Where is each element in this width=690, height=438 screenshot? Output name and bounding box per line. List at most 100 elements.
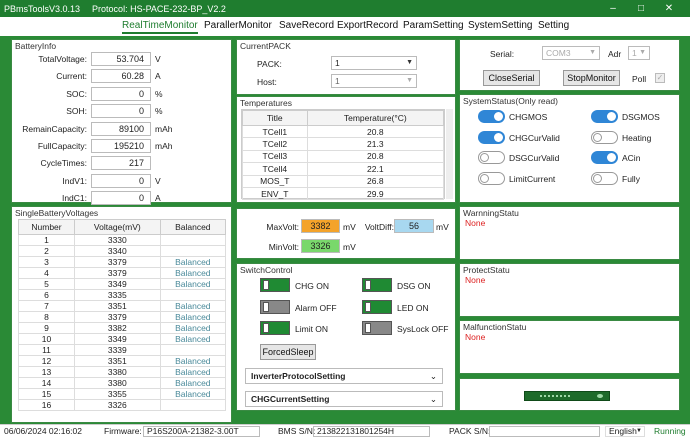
warning-value: None [465, 218, 486, 228]
close-icon[interactable]: ✕ [658, 0, 680, 17]
switch-knob-icon [263, 280, 269, 290]
voltages-cell: Balanced [159, 377, 227, 389]
close-serial-button[interactable]: CloseSerial [483, 70, 540, 86]
switch-toggle[interactable] [362, 321, 392, 335]
temperatures-cell: ENV_T [242, 186, 308, 201]
table-row[interactable]: 1 3330 [18, 234, 227, 246]
switch-toggle[interactable] [260, 321, 290, 335]
pack-select[interactable]: 1 ▼ [331, 56, 417, 70]
table-row[interactable]: 10 3349 Balanced [18, 333, 227, 345]
temperatures-title: Temperatures [240, 98, 292, 108]
bms-board-icon [524, 391, 610, 401]
tab-system-setting[interactable]: SystemSetting [468, 20, 532, 31]
battery-info-title: BatteryInfo [15, 41, 57, 51]
voltages-header: Voltage(mV) [73, 219, 161, 235]
table-row[interactable]: 9 3382 Balanced [18, 322, 227, 334]
switch-label: CHG ON [295, 281, 329, 291]
voltages-cell: 3379 [73, 256, 161, 268]
table-row[interactable]: 5 3349 Balanced [18, 278, 227, 290]
chg-current-dropdown[interactable]: CHGCurrentSetting ⌄ [245, 391, 443, 407]
battery-field-value: 89100 [91, 121, 151, 136]
menu-bar: RealTimeMonitor ParallerMonitor SaveReco… [0, 17, 690, 35]
table-row[interactable]: TCell4 22.1 [242, 162, 445, 176]
battery-field-label: IndV1: [62, 175, 87, 186]
voltages-cell [159, 245, 227, 257]
voltages-cell: 3339 [73, 344, 161, 356]
voltages-title: SingleBatteryVoltages [15, 208, 99, 218]
tab-setting[interactable]: Setting [538, 20, 569, 31]
host-label: Host: [257, 77, 277, 87]
status-toggle [591, 171, 618, 185]
switch-toggle[interactable] [362, 278, 392, 292]
tab-param-setting[interactable]: ParamSetting [403, 20, 464, 31]
status-toggle-label: Heating [622, 132, 652, 143]
switch-toggle[interactable] [260, 299, 290, 314]
bms-sn-value: 213822131801254H [313, 426, 430, 437]
table-row[interactable]: 8 3379 Balanced [18, 311, 227, 323]
battery-field-unit: V [155, 54, 161, 64]
battery-field-unit: A [155, 193, 161, 204]
voltages-cell: 3379 [73, 267, 161, 279]
battery-field-row: IndC1: 0 A [12, 191, 231, 207]
tab-export-record[interactable]: ExportRecord [337, 20, 398, 31]
switch-toggle[interactable] [260, 278, 290, 292]
switch-label: LED ON [397, 302, 429, 313]
maximize-icon[interactable]: □ [630, 0, 652, 17]
table-row[interactable]: TCell1 20.8 [242, 124, 445, 139]
status-toggle [591, 110, 618, 123]
temperatures-cell: 29.9 [306, 186, 445, 201]
battery-field-value: 0 [91, 86, 151, 101]
voltages-cell: 6 [18, 289, 75, 301]
voltages-cell: 7 [18, 300, 75, 312]
voltages-cell: 9 [18, 322, 75, 334]
forced-sleep-button[interactable]: ForcedSleep [260, 344, 316, 360]
tab-paraller-monitor[interactable]: ParallerMonitor [204, 20, 272, 31]
switch-toggle[interactable] [362, 299, 392, 314]
battery-info-panel: BatteryInfo TotalVoltage: 53.704 V Current:… [11, 39, 232, 206]
table-row[interactable]: 14 3380 Balanced [18, 377, 227, 389]
table-row[interactable]: MOS_T 26.8 [242, 174, 445, 188]
table-row[interactable]: 16 3326 [18, 399, 227, 411]
switch-label: SysLock OFF [397, 324, 449, 334]
table-row[interactable]: 3 3379 Balanced [18, 256, 227, 268]
min-volt-value: 3326 [301, 239, 340, 253]
temperatures-scrollbar[interactable] [446, 109, 453, 199]
toggle-knob-icon [494, 132, 503, 142]
adr-select[interactable]: 1 ▼ [628, 46, 650, 60]
toggle-knob-icon [593, 173, 602, 183]
status-toggle-label: Fully [622, 173, 640, 184]
table-row[interactable]: 6 3335 [18, 289, 227, 301]
tab-save-record[interactable]: SaveRecord [279, 20, 334, 31]
status-toggle-label: LimitCurrent [509, 173, 556, 184]
inverter-protocol-dropdown[interactable]: InverterProtocolSetting ⌄ [245, 368, 443, 384]
poll-checkbox[interactable]: ✓ [655, 73, 665, 83]
language-select[interactable]: English ▼ [605, 426, 645, 437]
minimize-icon[interactable]: – [602, 0, 624, 17]
table-row[interactable]: 4 3379 Balanced [18, 267, 227, 279]
status-toggle-label: DSGCurValid [509, 153, 560, 163]
switch-control-title: SwitchControl [240, 265, 293, 275]
serial-select[interactable]: COM3 ▼ [542, 46, 600, 60]
host-select[interactable]: 1 ▼ [331, 74, 417, 88]
voltages-header-row: Number Voltage(mV) Balanced [18, 219, 227, 235]
tab-realtime-monitor[interactable]: RealTimeMonitor [122, 20, 198, 34]
table-row[interactable]: TCell3 20.8 [242, 149, 445, 164]
voltages-cell: Balanced [159, 388, 227, 400]
voltages-cell: 3330 [73, 234, 161, 246]
table-row[interactable]: TCell2 21.3 [242, 137, 445, 151]
table-row[interactable]: 11 3339 [18, 344, 227, 356]
table-row[interactable]: ENV_T 29.9 [242, 186, 445, 201]
table-row[interactable]: 7 3351 Balanced [18, 300, 227, 312]
table-row[interactable]: 13 3380 Balanced [18, 366, 227, 378]
voltages-cell: 13 [18, 366, 75, 378]
battery-field-label: TotalVoltage: [38, 54, 87, 64]
table-row[interactable]: 15 3355 Balanced [18, 388, 227, 400]
table-row[interactable]: 2 3340 [18, 245, 227, 257]
stop-monitor-button[interactable]: StopMonitor [563, 70, 620, 86]
voltages-header: Number [18, 219, 75, 235]
voltages-cell: Balanced [159, 300, 227, 312]
protect-title: ProtectStatu [463, 265, 510, 275]
table-row[interactable]: 12 3351 Balanced [18, 355, 227, 367]
toggle-knob-icon [480, 173, 489, 183]
current-pack-title: CurrentPACK [240, 41, 291, 51]
